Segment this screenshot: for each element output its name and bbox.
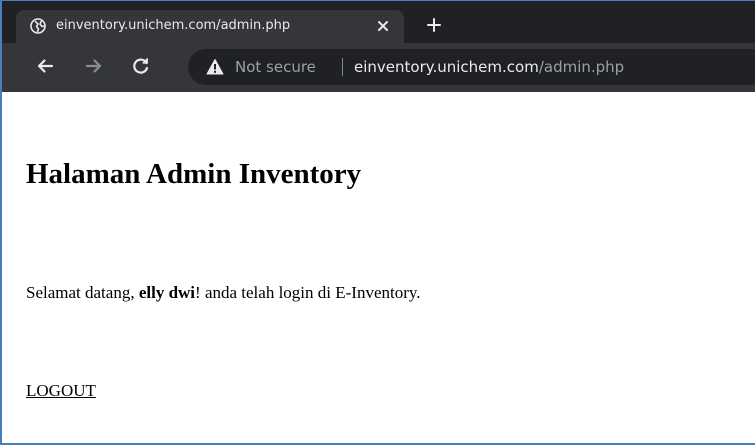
page-title: Halaman Admin Inventory [26,158,362,190]
globe-icon [30,18,46,34]
browser-window: einventory.unichem.com/admin.php Not sec… [0,0,755,445]
browser-toolbar: Not secure einventory.unichem.com/admin.… [2,43,755,92]
welcome-prefix: Selamat datang, [26,283,139,302]
tab-title-fade [334,14,370,38]
logout-link[interactable]: LOGOUT [26,380,96,402]
url-host: einventory.unichem.com [354,58,539,76]
browser-tab[interactable]: einventory.unichem.com/admin.php [16,10,404,43]
page-content: Halaman Admin Inventory Selamat datang, … [2,92,755,443]
address-bar[interactable]: Not secure einventory.unichem.com/admin.… [188,49,755,85]
reload-icon[interactable] [131,56,151,76]
warning-icon[interactable] [206,58,224,76]
username: elly dwi [138,283,196,302]
welcome-message: Selamat datang, elly dwi! anda telah log… [26,282,421,304]
welcome-suffix: ! anda telah login di E-Inventory. [195,283,421,302]
back-arrow-icon[interactable] [35,56,55,76]
plus-icon[interactable] [426,17,442,33]
url-path: /admin.php [538,58,625,76]
tab-title: einventory.unichem.com/admin.php [56,18,291,33]
url-text[interactable]: einventory.unichem.com/admin.php [354,57,624,77]
forward-arrow-icon[interactable] [84,56,104,76]
url-divider [342,58,343,76]
tab-strip: einventory.unichem.com/admin.php [2,1,755,43]
security-label[interactable]: Not secure [235,57,316,77]
close-icon[interactable] [375,18,391,34]
